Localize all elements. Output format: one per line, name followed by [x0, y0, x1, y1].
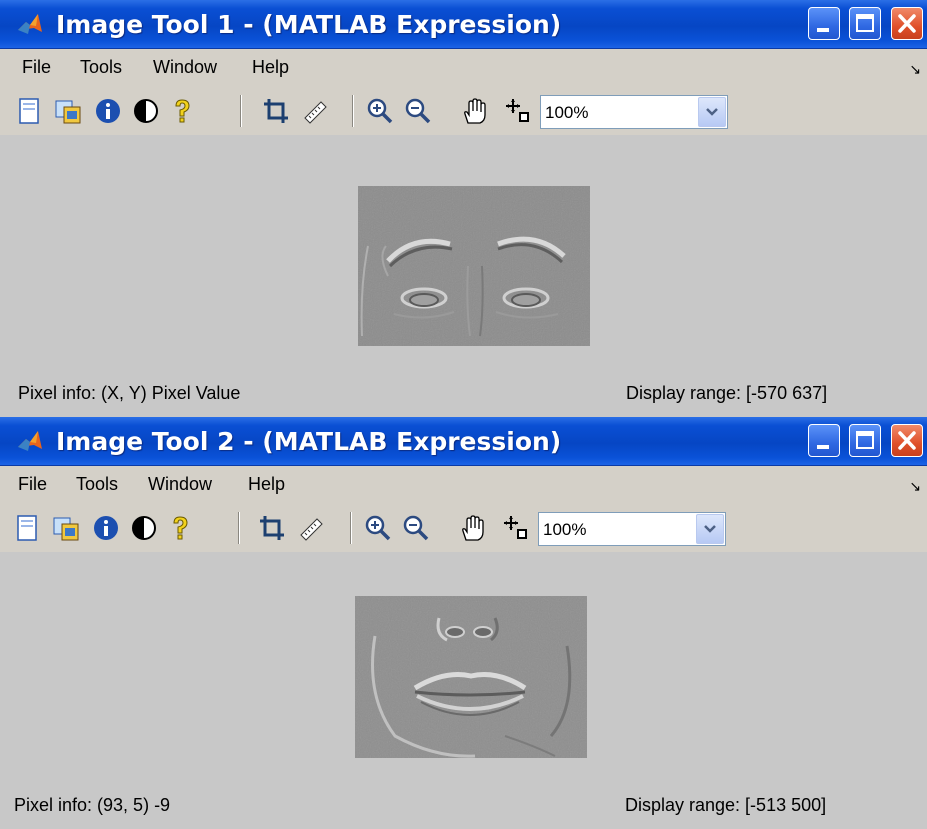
chevron-down-icon[interactable]: [696, 514, 724, 544]
chevron-down-icon[interactable]: [698, 97, 726, 127]
minimize-button[interactable]: [808, 424, 840, 457]
zoom-level-select[interactable]: 100%: [540, 95, 728, 129]
menu-file[interactable]: File: [22, 57, 51, 78]
new-figure-icon[interactable]: [16, 97, 44, 125]
image-canvas: Pixel info: (93, 5) -9 Display range: [-…: [0, 552, 927, 829]
menu-tools[interactable]: Tools: [80, 57, 122, 78]
toolbar-separator: [238, 512, 240, 544]
adjust-contrast-icon[interactable]: [130, 514, 158, 542]
zoom-in-icon[interactable]: [364, 514, 392, 542]
dock-arrow-icon[interactable]: ↘: [909, 478, 921, 495]
crop-image-icon[interactable]: [258, 514, 286, 542]
measure-distance-icon[interactable]: [298, 514, 326, 542]
image-information-icon[interactable]: [94, 97, 122, 125]
menu-window[interactable]: Window: [153, 57, 217, 78]
export-image-icon[interactable]: [54, 97, 82, 125]
menu-tools[interactable]: Tools: [76, 474, 118, 495]
toolbar-separator: [350, 512, 352, 544]
export-image-icon[interactable]: [52, 514, 80, 542]
window-title: Image Tool 2 - (MATLAB Expression): [56, 427, 562, 456]
toolbar: 100%: [0, 504, 927, 553]
title-bar[interactable]: Image Tool 1 - (MATLAB Expression): [0, 0, 927, 49]
image-information-icon[interactable]: [92, 514, 120, 542]
crop-image-icon[interactable]: [262, 97, 290, 125]
toolbar-separator: [352, 95, 354, 127]
dock-arrow-icon[interactable]: ↘: [909, 61, 921, 78]
face-mouth-image[interactable]: [355, 596, 587, 758]
adjust-contrast-icon[interactable]: [132, 97, 160, 125]
menu-help[interactable]: Help: [252, 57, 289, 78]
help-icon[interactable]: [168, 97, 196, 125]
window-title: Image Tool 1 - (MATLAB Expression): [56, 10, 562, 39]
menu-bar: File Tools Window Help ↘: [0, 466, 927, 504]
pan-icon[interactable]: [458, 514, 486, 542]
new-figure-icon[interactable]: [14, 514, 42, 542]
title-bar[interactable]: Image Tool 2 - (MATLAB Expression): [0, 417, 927, 466]
menu-help[interactable]: Help: [248, 474, 285, 495]
display-range-text: Display range: [-513 500]: [625, 795, 827, 815]
zoom-value: 100%: [545, 103, 589, 122]
pixel-info-text: Pixel info: (93, 5) -9: [14, 795, 171, 815]
zoom-level-select[interactable]: 100%: [538, 512, 726, 546]
pixel-region-icon[interactable]: [504, 97, 532, 125]
menu-file[interactable]: File: [18, 474, 47, 495]
toolbar: 100%: [0, 87, 927, 136]
menu-bar: File Tools Window Help ↘: [0, 49, 927, 87]
maximize-button[interactable]: [849, 7, 881, 40]
pan-icon[interactable]: [460, 97, 488, 125]
image-tool-window-2: Image Tool 2 - (MATLAB Expression) File …: [0, 417, 927, 829]
close-button[interactable]: [891, 7, 923, 40]
matlab-logo-icon: [18, 431, 42, 451]
pixel-region-icon[interactable]: [502, 514, 530, 542]
face-eyes-image[interactable]: [358, 186, 590, 346]
maximize-button[interactable]: [849, 424, 881, 457]
menu-window[interactable]: Window: [148, 474, 212, 495]
image-canvas: Pixel info: (X, Y) Pixel Value Display r…: [0, 135, 927, 413]
display-range-text: Display range: [-570 637]: [626, 383, 828, 403]
image-tool-window-1: Image Tool 1 - (MATLAB Expression) File …: [0, 0, 927, 413]
minimize-button[interactable]: [808, 7, 840, 40]
pixel-info-text: Pixel info: (X, Y) Pixel Value: [18, 383, 241, 403]
zoom-value: 100%: [543, 520, 587, 539]
zoom-in-icon[interactable]: [366, 97, 394, 125]
help-icon[interactable]: [166, 514, 194, 542]
zoom-out-icon[interactable]: [402, 514, 430, 542]
matlab-logo-icon: [18, 14, 42, 34]
zoom-out-icon[interactable]: [404, 97, 432, 125]
measure-distance-icon[interactable]: [302, 97, 330, 125]
toolbar-separator: [240, 95, 242, 127]
close-button[interactable]: [891, 424, 923, 457]
